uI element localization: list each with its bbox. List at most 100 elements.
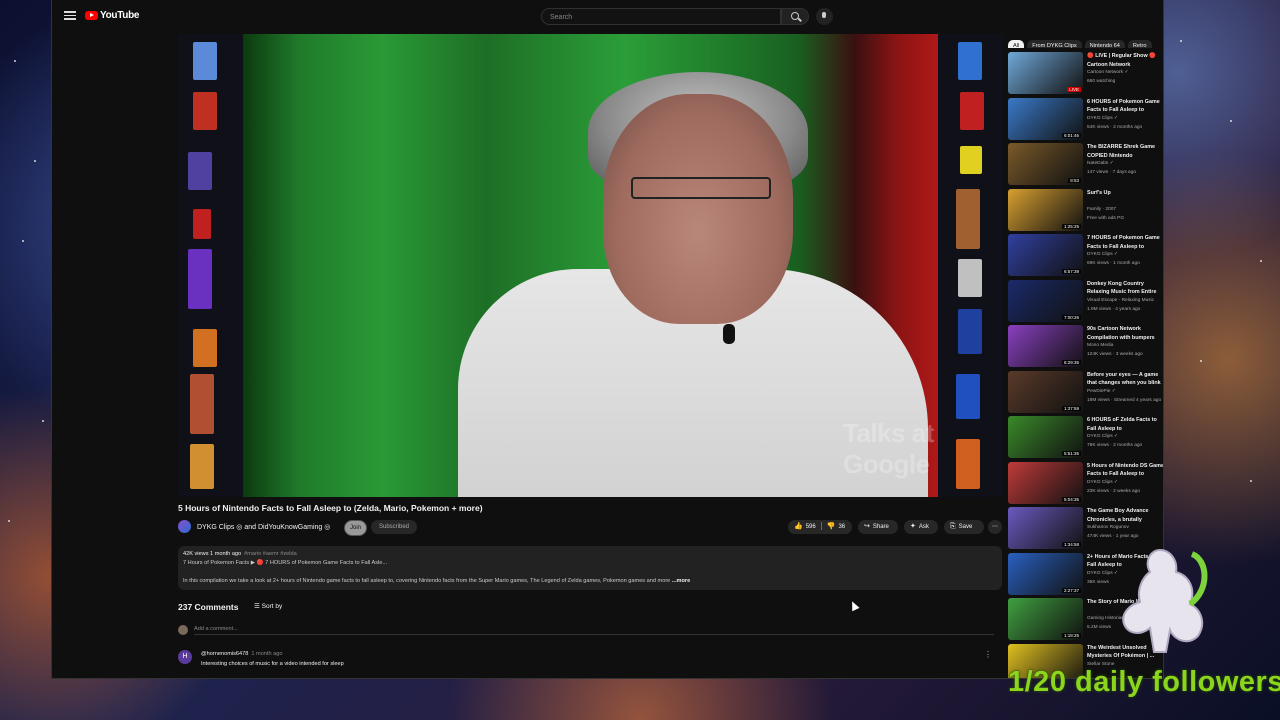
recommendation-title[interactable]: 5 Hours of Nintendo DS Game Facts to Fal… [1087,462,1163,479]
recommendation-channel[interactable]: DYKG Clips ✓ [1087,434,1118,439]
chip-nintendo-64[interactable]: Nintendo 64 [1084,40,1125,48]
microphone-icon[interactable] [816,8,833,25]
chip-from-dykg-clips[interactable]: From DYKG Clips [1027,40,1082,48]
recommendation-item[interactable]: 1:25:25 Surf's Up Family · 2007 Free with a… [1008,188,1163,233]
recommendation-thumbnail[interactable]: 1:18:25 [1008,598,1083,640]
alex-kidd-sprite [190,444,214,489]
recommendation-thumbnail[interactable]: 6:29:35 [1008,325,1083,367]
recommendation-item[interactable]: 6:29:35 90s Cartoon Network Compilation w… [1008,325,1163,369]
recommendation-thumbnail[interactable]: 2:27:37 [1008,552,1083,595]
share-button[interactable]: ↪ Share [858,520,898,534]
recommendation-thumbnail[interactable]: 5:04:35 [1008,461,1083,504]
bomberman-sprite [193,42,217,80]
hashtags[interactable]: #mario #aemr #zelda [244,551,297,557]
recommendation-thumbnail[interactable]: 8:53 [1008,143,1083,185]
recommendation-title[interactable]: 90s Cartoon Network Compilation with bum… [1087,325,1163,342]
recommendation-thumbnail[interactable]: LIVE [1008,52,1083,94]
recommendation-thumbnail[interactable]: 6:01:46 [1008,97,1083,140]
ask-label: Ask [918,524,929,530]
filter-chips: All From DYKG Clips Nintendo 64 Retro [1008,34,1163,48]
mouse-cursor-icon [848,599,860,612]
comment-menu-icon[interactable]: ⋮ [984,650,992,659]
recommendation-item[interactable]: 5:51:35 6 HOURS oF Zelda Facts to Fall As… [1008,416,1163,460]
star [1260,260,1262,262]
recommendation-meta: 147 views · 7 days ago [1087,170,1137,175]
recommendation-title[interactable]: 7 HOURS of Pokemon Game Facts to Fall As… [1087,234,1163,251]
recommendation-title[interactable]: 🔴 LIVE | Regular Show 🔴 Cartoon Network [1087,52,1163,69]
recommendation-channel[interactable]: DYKG Clips ✓ [1087,116,1118,121]
black-mage-sprite [958,309,982,354]
recommendation-thumbnail[interactable]: 5:51:35 [1008,416,1083,458]
like-count[interactable]: 596 [806,524,816,530]
ask-button[interactable]: ✦ Ask [904,520,938,534]
sparkle-icon: ✦ [910,523,916,530]
subscribed-button[interactable]: Subscribed [371,520,417,534]
duration-badge: 1:34:58 [1061,542,1081,547]
recommendation-thumbnail[interactable]: 1:25:25 [1008,188,1083,231]
recommendation-channel[interactable]: PewDiePie ✓ [1087,389,1116,394]
divider [820,522,822,531]
video-player[interactable]: Talks at Google [178,34,938,497]
megaman-sprite [958,42,982,80]
recommendation-thumbnail[interactable]: 1:37:59 [1008,370,1083,413]
youtube-logo[interactable]: YouTube [85,10,140,21]
chip-retro[interactable]: Retro [1127,40,1152,48]
recommendation-item[interactable]: 1:37:59 Before your eyes — A game that ch… [1008,370,1163,415]
recommendation-item[interactable]: 5:04:35 5 Hours of Nintendo DS Game Facts… [1008,461,1163,506]
thumbs-down-icon[interactable]: 👎 [827,523,836,530]
recommendation-meta: 18M views · Streamed 4 years ago [1087,397,1162,403]
recommendation-meta: 5.2M views [1087,625,1111,630]
add-comment-row: Add a comment... [178,625,1002,637]
description-box[interactable]: 42K views 1 month ago #mario #aemr #zelda… [178,546,1002,590]
menu-icon[interactable] [64,9,76,21]
channel-avatar[interactable] [178,520,191,533]
recommendation-meta: 1.9M views · 4 years ago [1087,306,1141,312]
thumbs-up-icon[interactable]: 👍 [794,523,803,530]
duration-badge: 7:00:26 [1061,314,1081,320]
recommendation-thumbnail[interactable]: 1:34:58 [1008,507,1083,549]
recommendation-item[interactable]: 6:01:46 6 HOURS of Pokemon Game Facts to … [1008,97,1163,142]
recommendation-title[interactable]: 6 HOURS of Pokemon Game Facts to Fall As… [1087,98,1163,115]
recommendation-item[interactable]: 8:53 The BIZARRE Shrek Game COPIED Ninten… [1008,143,1163,187]
bookmark-icon: ⎘ [950,523,956,530]
recommendation-title[interactable]: Before your eyes — A game that changes w… [1087,371,1163,388]
search-input[interactable]: Search [541,8,781,25]
recommendation-title[interactable]: 6 HOURS oF Zelda Facts to Fall Asleep to [1087,416,1163,433]
sort-by-button[interactable]: ☰ Sort by [254,602,282,610]
description-more-link[interactable]: ...more [672,578,690,584]
recommendation-channel[interactable]: Sukhanov Rogunov [1087,525,1129,530]
commenter-avatar[interactable]: H [178,650,192,664]
recommendation-channel[interactable]: DYKG Clips ✓ [1087,252,1118,257]
more-actions-icon[interactable]: ⋯ [988,520,1002,534]
recommendation-item[interactable]: LIVE 🔴 LIVE | Regular Show 🔴 Cartoon Netw… [1008,52,1163,96]
ninja-sprite [188,152,212,190]
duration-badge: 1:25:25 [1061,223,1081,229]
star [1200,360,1202,362]
comment-time: 1 month ago [251,651,283,657]
recommendation-channel[interactable]: Cartoon Network ✓ [1087,70,1128,75]
join-button[interactable]: Join [344,520,367,536]
recommendation-title[interactable]: Donkey Kong Country Relaxing Music from … [1087,280,1163,297]
recommendation-title[interactable]: The Game Boy Advance Chronicles, a bruta… [1087,507,1163,524]
recommendation-title[interactable]: Surf's Up [1087,189,1163,198]
star [1250,480,1252,482]
comment-author-handle[interactable]: @hornenomis6478 [201,651,248,657]
recommendation-channel[interactable]: NateDabs ✓ [1087,161,1114,166]
recommendation-item[interactable]: 6:57:39 7 HOURS of Pokemon Game Facts to … [1008,234,1163,278]
recommendation-thumbnail[interactable]: 7:00:26 [1008,279,1083,322]
recommendation-channel[interactable]: DYKG Clips ✓ [1087,480,1118,485]
recommendation-title[interactable]: The BIZARRE Shrek Game COPIED Nintendo [1087,143,1163,160]
recommendation-channel[interactable]: Family · 2007 [1087,207,1116,212]
recommendation-channel[interactable]: Mono Media [1087,343,1113,348]
recommendation-thumbnail[interactable]: 6:57:39 [1008,234,1083,276]
description-playlist-link[interactable]: 7 Hours of Pokemon Facts ▶ 🔴 7 HOURS of … [183,560,387,566]
chip-all[interactable]: All [1008,40,1025,48]
add-comment-input[interactable]: Add a comment... [194,626,994,635]
channel-name[interactable]: DYKG Clips ◎ and DidYouKnowGaming ◎ [197,523,330,531]
dislike-count[interactable]: 36 [838,524,845,530]
recommendation-channel[interactable]: Visual Escape - Relaxing Music [1087,298,1154,303]
save-button[interactable]: ⎘ Save [944,520,984,534]
search-icon[interactable] [781,8,809,25]
duration-badge: 8:53 [1068,178,1081,183]
recommendation-item[interactable]: 7:00:26 Donkey Kong Country Relaxing Musi… [1008,279,1163,324]
